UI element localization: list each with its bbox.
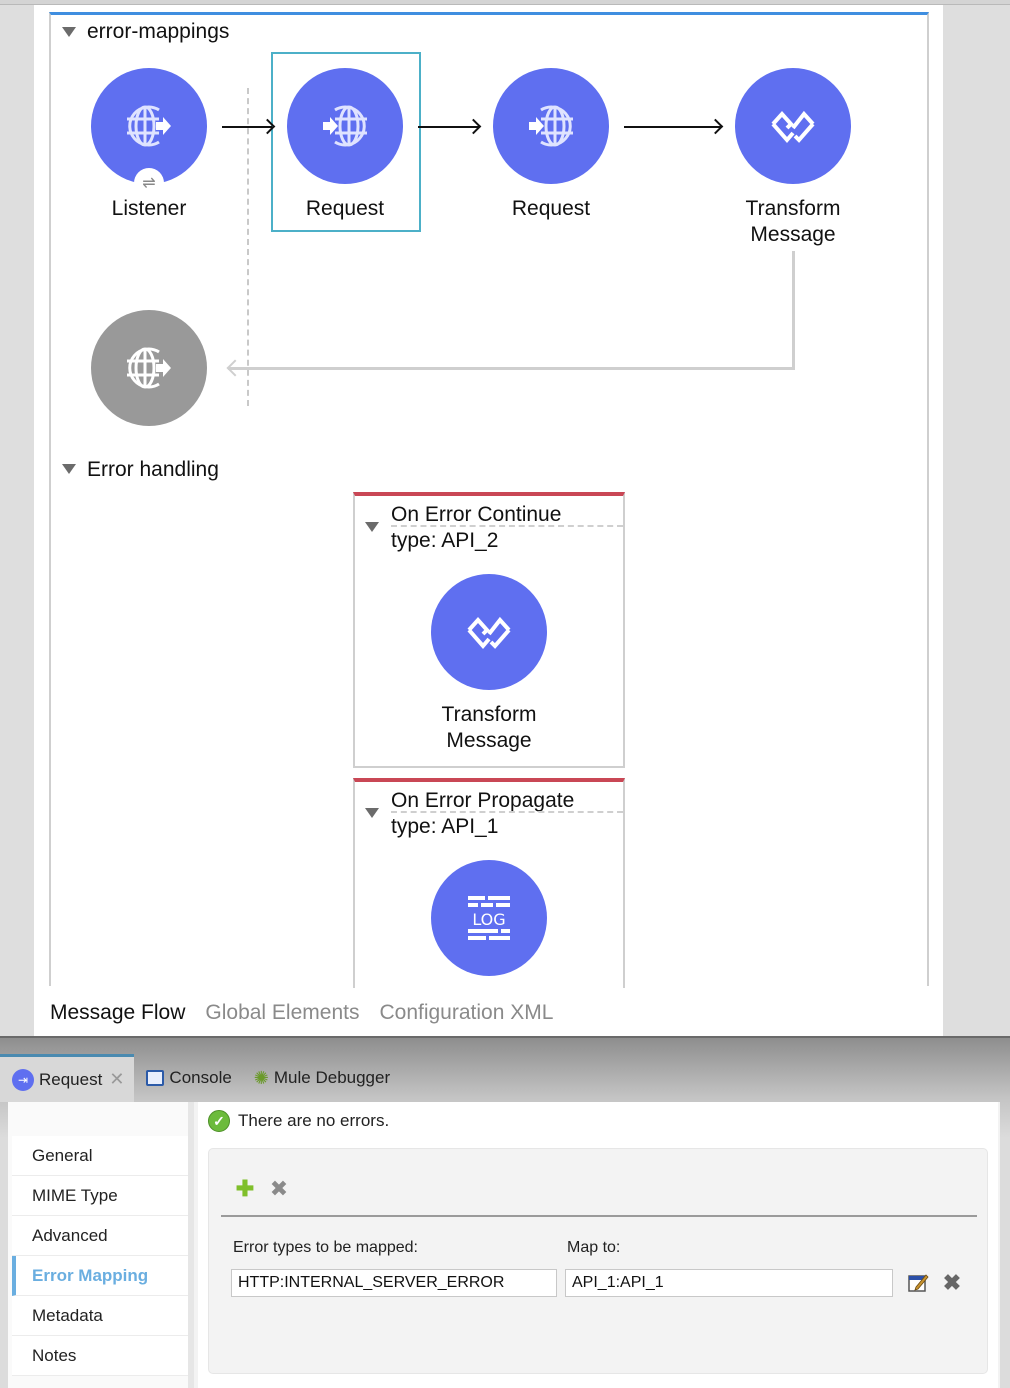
- node-label: Transform Message: [414, 702, 564, 754]
- error-type-input[interactable]: [231, 1269, 557, 1297]
- add-mapping-icon[interactable]: ✚: [233, 1177, 257, 1201]
- node-label-line: Transform: [441, 703, 537, 726]
- on-error-propagate-scope[interactable]: On Error Propagate type: API_1 LOG: [353, 778, 625, 988]
- header-divider: [391, 525, 623, 527]
- error-handling-title: Error handling: [87, 458, 219, 481]
- logger-icon: LOG: [468, 896, 510, 940]
- view-tab-label: Console: [169, 1068, 232, 1087]
- view-tab-request[interactable]: ⇥ Request ✕: [0, 1054, 135, 1102]
- toolbar-divider: [221, 1215, 977, 1217]
- listener-response-node[interactable]: [91, 310, 207, 426]
- delete-row-icon[interactable]: ✖: [939, 1269, 965, 1297]
- transform-message-node[interactable]: [735, 68, 851, 184]
- status-text: There are no errors.: [238, 1111, 390, 1130]
- check-icon: ✓: [208, 1110, 230, 1132]
- request-node[interactable]: [493, 68, 609, 184]
- mapping-table-panel: ✚ ✖ Error types to be mapped: Map to: ✖: [208, 1148, 988, 1374]
- logger-icon-text: LOG: [472, 910, 505, 929]
- transform-message-node[interactable]: [431, 574, 547, 690]
- http-listener-response-icon: [127, 347, 171, 389]
- flow-title: error-mappings: [87, 20, 230, 43]
- map-to-input[interactable]: [565, 1269, 893, 1297]
- bug-icon: ✺: [253, 1067, 269, 1088]
- editor-tabs: Message Flow Global Elements Configurati…: [50, 1001, 553, 1025]
- handler-type: type: API_1: [391, 815, 499, 838]
- node-label: Listener: [111, 197, 187, 220]
- properties-body: General MIME Type Advanced Error Mapping…: [8, 1102, 1000, 1388]
- response-path: [792, 251, 795, 369]
- collapse-triangle-icon[interactable]: [365, 522, 379, 532]
- header-divider: [391, 811, 623, 813]
- tab-message-flow[interactable]: Message Flow: [50, 1001, 185, 1025]
- nav-error-mapping[interactable]: Error Mapping: [12, 1256, 188, 1296]
- handler-type: type: API_2: [391, 529, 499, 552]
- view-tab-label: Request: [39, 1069, 103, 1089]
- request-node-selected[interactable]: [287, 68, 403, 184]
- nav-advanced[interactable]: Advanced: [12, 1216, 188, 1256]
- collapse-triangle-icon[interactable]: [62, 27, 76, 37]
- view-tab-mule-debugger[interactable]: ✺ Mule Debugger: [242, 1054, 400, 1102]
- close-icon[interactable]: ✕: [109, 1069, 124, 1090]
- edit-icon[interactable]: [905, 1269, 931, 1297]
- transform-message-icon: [771, 110, 815, 144]
- nav-notes[interactable]: Notes: [12, 1336, 188, 1376]
- error-mapping-content: ✓ There are no errors. ✚ ✖ Error types t…: [198, 1102, 998, 1388]
- on-error-continue-scope[interactable]: On Error Continue type: API_2 Transform …: [353, 492, 625, 768]
- source-separator: [247, 88, 249, 406]
- nav-general[interactable]: General: [12, 1136, 188, 1176]
- view-tabs: ⇥ Request ✕ Console ✺ Mule Debugger: [0, 1054, 400, 1102]
- view-tab-console[interactable]: Console: [134, 1054, 241, 1102]
- response-path: [228, 367, 795, 370]
- http-listener-icon: [127, 105, 171, 147]
- collapse-triangle-icon[interactable]: [365, 808, 379, 818]
- node-label-line: Message: [446, 729, 532, 752]
- node-label-line: Message: [750, 223, 836, 246]
- nav-metadata[interactable]: Metadata: [12, 1296, 188, 1336]
- collapse-triangle-icon[interactable]: [62, 464, 76, 474]
- tab-configuration-xml[interactable]: Configuration XML: [379, 1001, 553, 1025]
- transform-message-icon: [467, 616, 511, 650]
- nav-mime-type[interactable]: MIME Type: [12, 1176, 188, 1216]
- node-label: Request: [305, 197, 385, 220]
- validation-status: ✓ There are no errors.: [208, 1110, 389, 1132]
- http-request-icon: [529, 105, 573, 147]
- nav-divider[interactable]: [188, 1102, 194, 1388]
- node-label: Request: [511, 197, 591, 220]
- listener-badge: ⇌: [134, 168, 164, 198]
- view-tab-label: Mule Debugger: [273, 1068, 391, 1087]
- http-request-icon: ⇥: [12, 1068, 34, 1091]
- logger-node[interactable]: LOG: [431, 860, 547, 976]
- node-label-line: Transform: [745, 197, 841, 220]
- node-label: Transform Message: [718, 196, 868, 248]
- target-column-header: Map to:: [567, 1239, 621, 1256]
- properties-nav: General MIME Type Advanced Error Mapping…: [8, 1102, 188, 1388]
- source-column-header: Error types to be mapped:: [233, 1239, 418, 1256]
- tab-global-elements[interactable]: Global Elements: [205, 1001, 359, 1025]
- listener-node[interactable]: [91, 68, 207, 184]
- remove-all-icon[interactable]: ✖: [267, 1177, 291, 1201]
- console-icon: [146, 1070, 165, 1086]
- properties-panel: ⇥ Request ✕ Console ✺ Mule Debugger Gene…: [0, 1036, 1010, 1388]
- http-request-icon: [323, 105, 367, 147]
